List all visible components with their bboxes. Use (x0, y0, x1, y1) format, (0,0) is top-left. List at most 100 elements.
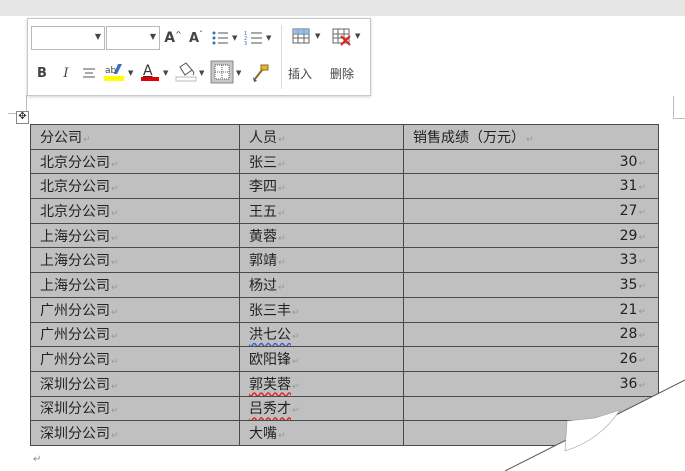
insert-label: 插入 (288, 67, 313, 81)
cell-end-mark: ↵ (638, 207, 646, 218)
table-move-handle-icon[interactable]: ✥ (16, 111, 29, 124)
cell-end-mark: ↵ (278, 282, 286, 293)
cell-end-mark: ↵ (292, 307, 300, 318)
person-cell[interactable]: 大嘴↵ (239, 420, 404, 446)
delete-label: 删除 (330, 67, 355, 81)
person-cell[interactable]: 张三丰↵ (239, 296, 404, 323)
delete-table-icon: ▼ (332, 28, 361, 46)
cell-text: 大嘴 (249, 426, 277, 443)
score-cell[interactable]: 30↵ (403, 148, 659, 175)
italic-button[interactable]: I (58, 63, 74, 83)
format-painter-icon (253, 64, 269, 82)
person-cell[interactable]: 王五↵ (239, 198, 404, 224)
cell-end-mark: ↵ (292, 406, 300, 417)
numbering-button[interactable]: 1 2 3 ▼ (243, 27, 275, 49)
score-cell[interactable]: 29↵ (403, 222, 659, 249)
score-cell[interactable]: 36↵ (403, 370, 659, 397)
score-cell[interactable]: 31↵ (403, 173, 659, 200)
table-row: 上海分公司↵ 郭靖↵ 33↵ (30, 247, 659, 274)
score-cell[interactable]: ↵ (403, 420, 659, 446)
score-cell[interactable]: ↵ (403, 395, 659, 422)
branch-cell[interactable]: 深圳分公司↵ (30, 420, 240, 446)
cell-text: 31 (619, 178, 638, 195)
cell-text: 张三 (249, 154, 277, 171)
cell-end-mark: ↵ (111, 357, 119, 368)
font-color-icon: A ▼ (141, 63, 169, 81)
cell-end-mark: ↵ (278, 159, 286, 170)
cell-end-mark: ↵ (638, 380, 646, 391)
table-row: 广州分公司↵ 洪七公↵ 28↵ (30, 321, 659, 348)
person-cell[interactable]: 欧阳锋↵ (239, 346, 404, 372)
cell-end-mark: ↵ (638, 306, 646, 317)
branch-cell[interactable]: 深圳分公司↵ (30, 370, 240, 397)
branch-cell[interactable]: 广州分公司↵ (30, 346, 240, 372)
align-center-button[interactable] (80, 63, 98, 83)
insert-table-button[interactable]: ▼ (290, 24, 324, 50)
cell-end-mark: ↵ (292, 332, 300, 343)
score-cell[interactable]: 21↵ (403, 296, 659, 323)
person-cell[interactable]: 杨过↵ (239, 272, 404, 298)
svg-text:▼: ▼ (232, 34, 238, 42)
table-row: 上海分公司↵ 黄蓉↵ 29↵ (30, 222, 659, 249)
cell-text: 洪七公 (249, 327, 291, 344)
score-cell[interactable]: 28↵ (403, 321, 659, 348)
font-size-combo[interactable]: ▼ (106, 26, 160, 50)
cell-text: 27 (619, 202, 638, 219)
cell-end-mark: ↵ (638, 257, 646, 268)
person-cell[interactable]: 张三↵ (239, 148, 404, 175)
score-cell[interactable]: 26↵ (403, 346, 659, 372)
branch-cell[interactable]: 北京分公司↵ (30, 173, 240, 200)
score-cell[interactable]: 27↵ (403, 198, 659, 224)
cell-text: 深圳分公司 (40, 376, 110, 393)
branch-cell[interactable]: 上海分公司↵ (30, 247, 240, 274)
header-cell-score[interactable]: 销售成绩（万元）↵ (403, 124, 659, 150)
header-cell-person[interactable]: 人员↵ (239, 124, 404, 150)
cell-end-mark: ↵ (278, 134, 286, 145)
cell-end-mark: ↵ (111, 381, 119, 392)
svg-text:3: 3 (244, 41, 247, 47)
person-cell[interactable]: 黄蓉↵ (239, 222, 404, 249)
person-cell[interactable]: 李四↵ (239, 173, 404, 200)
cell-end-mark: ↵ (638, 183, 646, 194)
delete-table-button[interactable]: ▼ (330, 24, 364, 50)
shrink-font-button[interactable]: Aˇ (188, 29, 204, 47)
person-cell[interactable]: 郭靖↵ (239, 247, 404, 274)
highlight-color-button[interactable]: ab ▼ (102, 61, 138, 85)
branch-cell[interactable]: 上海分公司↵ (30, 222, 240, 249)
numbered-list-icon: 1 2 3 ▼ (244, 31, 272, 47)
cell-text: 北京分公司 (40, 179, 110, 196)
branch-cell[interactable]: 北京分公司↵ (30, 148, 240, 175)
cell-end-mark: ↵ (83, 134, 91, 145)
shading-button[interactable]: ▼ (174, 61, 208, 85)
cell-end-mark: ↵ (111, 332, 119, 343)
grow-font-button[interactable]: A ^ (164, 29, 182, 47)
branch-cell[interactable]: 广州分公司↵ (30, 321, 240, 348)
cell-text: 上海分公司 (40, 253, 110, 270)
cell-text: 21 (619, 301, 638, 318)
format-painter-button[interactable] (248, 61, 272, 85)
branch-cell[interactable]: 广州分公司↵ (30, 296, 240, 323)
cell-end-mark: ↵ (111, 208, 119, 219)
borders-button[interactable]: ▼ (210, 60, 244, 86)
branch-cell[interactable]: 深圳分公司↵ (30, 395, 240, 422)
font-name-combo[interactable]: ▼ (31, 26, 105, 50)
score-cell[interactable]: 35↵ (403, 272, 659, 298)
branch-cell[interactable]: 北京分公司↵ (30, 198, 240, 224)
svg-text:▼: ▼ (315, 32, 321, 40)
cell-end-mark: ↵ (638, 356, 646, 367)
sales-table: 分公司↵ 人员↵ 销售成绩（万元）↵ 北京分公司↵ 张三↵ 30↵ 北京分公司↵ 李四↵… (30, 124, 659, 446)
person-cell[interactable]: 洪七公↵ (239, 321, 404, 348)
cell-text: 上海分公司 (40, 277, 110, 294)
bold-button[interactable]: B (34, 63, 50, 83)
header-cell-branch[interactable]: 分公司↵ (30, 124, 240, 150)
table-row: 深圳分公司↵ 郭芙蓉↵ 36↵ (30, 370, 659, 397)
shrink-font-icon: A (188, 30, 200, 46)
bullets-button[interactable]: ▼ (210, 27, 240, 49)
cell-end-mark: ↵ (111, 406, 119, 417)
person-cell[interactable]: 郭芙蓉↵ (239, 370, 404, 397)
person-cell[interactable]: 吕秀才↵ (239, 395, 404, 422)
font-color-button[interactable]: A ▼ (140, 61, 172, 85)
cell-text: 欧阳锋 (249, 352, 291, 369)
score-cell[interactable]: 33↵ (403, 247, 659, 274)
branch-cell[interactable]: 上海分公司↵ (30, 272, 240, 298)
